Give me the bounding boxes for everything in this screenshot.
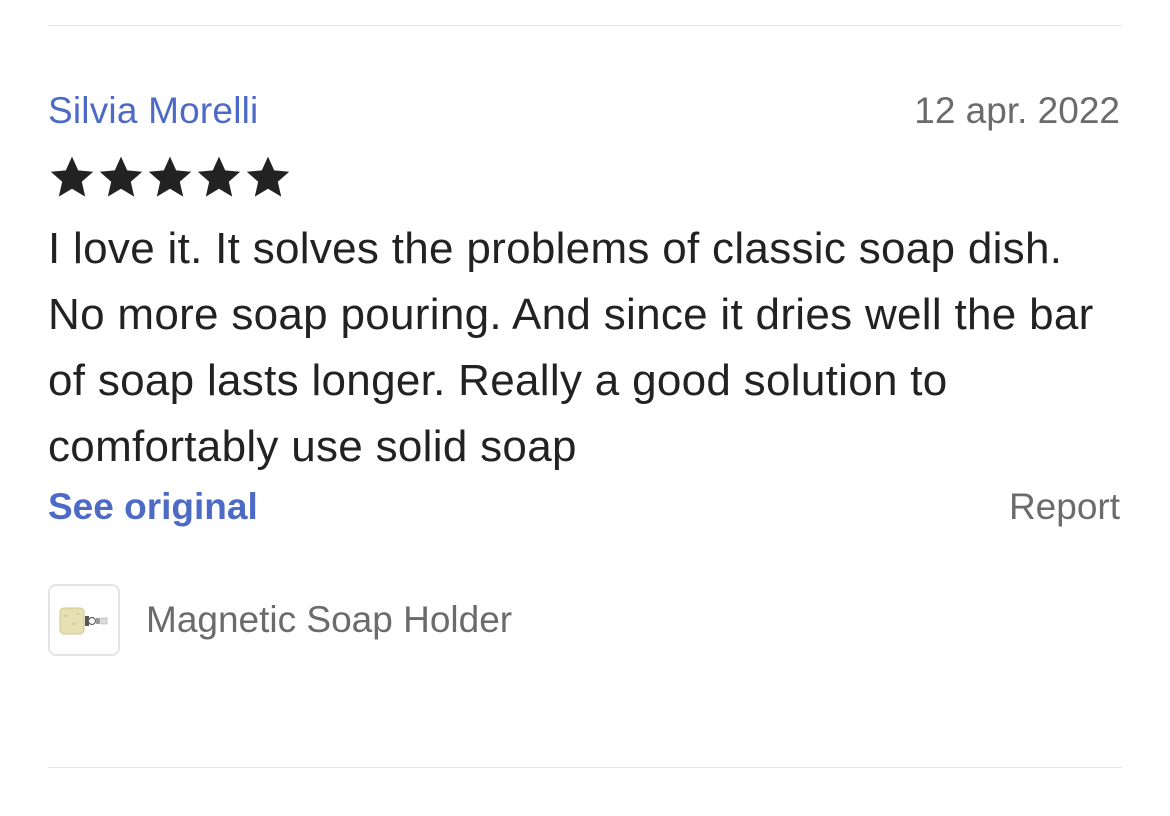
- soap-bar-thumbnail-icon: [59, 607, 108, 635]
- reviewed-product[interactable]: Magnetic Soap Holder: [48, 584, 1122, 656]
- top-divider: [48, 25, 1122, 26]
- star-icon: [148, 156, 192, 197]
- star-icon: [246, 156, 290, 197]
- star-icon: [50, 156, 94, 197]
- bottom-divider: [48, 767, 1122, 768]
- star-rating: [48, 152, 1122, 202]
- product-thumbnail[interactable]: [48, 584, 120, 656]
- review-date: 12 apr. 2022: [914, 90, 1120, 131]
- review-actions: See original Report: [48, 486, 1122, 528]
- report-link[interactable]: Report: [1009, 486, 1120, 528]
- star-icon: [197, 156, 241, 197]
- see-original-link[interactable]: See original: [48, 486, 258, 528]
- star-icon: [99, 156, 143, 197]
- review-card: Silvia Morelli 12 apr. 2022 I love it. I…: [48, 90, 1122, 656]
- reviewer-name-link[interactable]: Silvia Morelli: [48, 90, 258, 132]
- review-header: Silvia Morelli 12 apr. 2022: [48, 90, 1122, 146]
- product-name-link[interactable]: Magnetic Soap Holder: [146, 599, 512, 641]
- review-text: I love it. It solves the problems of cla…: [48, 224, 1094, 471]
